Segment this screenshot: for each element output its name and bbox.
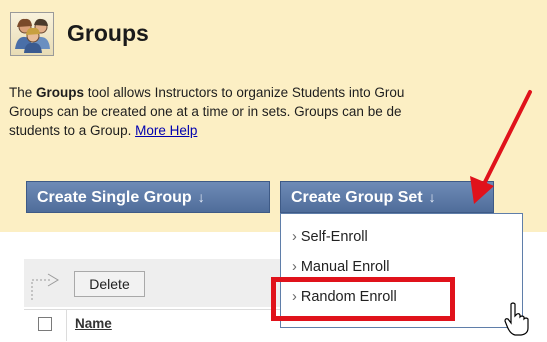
- tool-description: The Groups tool allows Instructors to or…: [9, 83, 547, 140]
- delete-button[interactable]: Delete: [74, 271, 145, 297]
- chevron-right-icon: ›: [292, 229, 297, 245]
- more-help-link[interactable]: More Help: [135, 123, 197, 138]
- create-single-group-button[interactable]: Create Single Group ↓: [26, 181, 270, 213]
- table-header-row: [24, 309, 284, 342]
- highlight-box-random-enroll: [271, 277, 455, 321]
- menu-item-self-enroll[interactable]: › Self-Enroll: [292, 229, 368, 245]
- menu-item-manual-enroll[interactable]: › Manual Enroll: [292, 259, 390, 275]
- column-divider: [66, 309, 67, 341]
- column-header-name[interactable]: Name: [75, 316, 112, 331]
- desc-line3: students to a Group.: [9, 123, 136, 138]
- desc-line1-prefix: The: [9, 85, 37, 100]
- chevron-right-icon: ›: [292, 259, 297, 275]
- menu-item-label: Self-Enroll: [300, 229, 368, 245]
- desc-line1-rest: tool allows Instructors to organize Stud…: [84, 85, 405, 100]
- double-chevron-down-icon: ↓: [197, 189, 205, 205]
- menu-item-label: Manual Enroll: [300, 259, 390, 275]
- selection-arrow-icon: [31, 273, 59, 300]
- page-title: Groups: [67, 20, 149, 46]
- hand-pointer-cursor-icon: [504, 302, 529, 336]
- users-group-icon: [10, 12, 54, 56]
- create-single-group-label: Create Single Group: [37, 189, 192, 206]
- create-group-set-label: Create Group Set: [291, 189, 423, 206]
- select-all-checkbox[interactable]: [38, 317, 52, 331]
- desc-groups-bold: Groups: [36, 85, 85, 100]
- desc-line2: Groups can be created one at a time or i…: [9, 104, 402, 119]
- create-group-set-button[interactable]: Create Group Set ↓: [280, 181, 494, 213]
- double-chevron-down-icon: ↓: [428, 189, 436, 205]
